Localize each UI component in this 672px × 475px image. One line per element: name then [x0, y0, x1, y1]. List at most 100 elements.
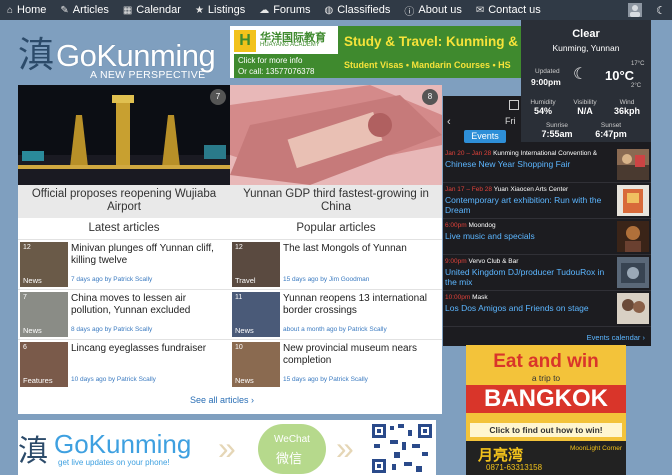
article-row[interactable]: 12 Travel The last Mongols of Yunnan 15 d…: [230, 239, 442, 288]
event-title[interactable]: Live music and specials: [445, 231, 613, 241]
event-item[interactable]: Jan 17 – Feb 28 Yuan Xiaocen Arts Center…: [443, 183, 651, 219]
comment-count-badge: 7: [210, 89, 226, 105]
ad-cta[interactable]: Click to find out how to win!: [470, 423, 622, 437]
stat-value: N/A: [577, 106, 593, 116]
article-title[interactable]: New provincial museum nears completion: [283, 343, 439, 366]
event-title[interactable]: Chinese New Year Shopping Fair: [445, 159, 613, 169]
wechat-badge[interactable]: WeChat 微信: [258, 424, 326, 474]
article-title[interactable]: Yunnan reopens 13 international border c…: [283, 293, 439, 316]
event-title[interactable]: United Kingdom DJ/producer TudouRox in t…: [445, 267, 613, 287]
comment-count: 7: [23, 294, 27, 301]
logo-name-a: Go: [56, 38, 97, 73]
banner-click-text: Click for more info: [238, 56, 303, 65]
event-item[interactable]: 6:00pm Moondog Live music and specials: [443, 219, 651, 255]
ad-phone: 0871-63313158: [486, 463, 543, 472]
article-meta[interactable]: 15 days ago by Patrick Scally: [283, 376, 368, 383]
banner-title: Study & Travel: Kunming &: [344, 34, 519, 49]
event-item[interactable]: 9:00pm Vervo Club & Bar United Kingdom D…: [443, 255, 651, 291]
article-category: News: [23, 276, 42, 285]
nav-about[interactable]: ⓘ About us: [397, 0, 468, 20]
weather-stat-wind: Wind 36kph: [607, 99, 647, 116]
event-meta: 9:00pm Vervo Club & Bar: [445, 258, 518, 265]
logo-name-b: Kunming: [96, 38, 216, 73]
event-meta: Jan 20 – Jan 28 Kunming International Co…: [445, 150, 597, 157]
event-item[interactable]: 10:00pm Mask Los Dos Amigos and Friends …: [443, 291, 651, 327]
nav-articles[interactable]: ✎ Articles: [53, 0, 115, 20]
huayang-logo-icon: H: [234, 30, 256, 52]
comment-count: 6: [23, 344, 27, 351]
stat-label: Visibility: [573, 99, 597, 106]
article-meta[interactable]: about a month ago by Patrick Scally: [283, 326, 387, 333]
ad-headline: Eat and win: [493, 351, 599, 372]
article-meta[interactable]: 10 days ago by Patrick Scally: [71, 376, 156, 383]
article-title[interactable]: The last Mongols of Yunnan: [283, 243, 439, 255]
article-row[interactable]: 12 News Minivan plunges off Yunnan cliff,…: [18, 239, 230, 288]
comment-count-badge: 8: [422, 89, 438, 105]
feature-caption[interactable]: Official proposes reopening Wujiaba Airp…: [18, 185, 230, 218]
bangkok-promo-ad[interactable]: Eat and win a trip to BANGKOK Click to f…: [466, 345, 626, 441]
ad-city: BANGKOK: [466, 385, 626, 413]
event-title[interactable]: Contemporary art exhibition: Run with th…: [445, 195, 613, 215]
event-item[interactable]: Jan 20 – Jan 28 Kunming International Co…: [443, 147, 651, 183]
nav-listings[interactable]: ★ Listings: [188, 0, 252, 20]
app-promo-banner[interactable]: 滇 GoKunming get live updates on your pho…: [18, 420, 436, 475]
nav-label: About us: [418, 4, 462, 16]
logo-name: GoKunming: [56, 38, 216, 73]
events-calendar-link[interactable]: Events calendar ›: [587, 333, 645, 342]
article-category: News: [23, 326, 42, 335]
feature-article[interactable]: 7 Official proposes reopening Wujiaba Ai…: [18, 85, 230, 218]
see-all-articles-link[interactable]: See all articles ›: [190, 395, 254, 405]
event-thumbnail: [617, 257, 649, 288]
nav-label: Calendar: [136, 4, 181, 16]
comment-count: 12: [235, 244, 243, 251]
article-category: News: [235, 326, 254, 335]
article-row[interactable]: 10 News New provincial museum nears compl…: [230, 339, 442, 388]
article-title[interactable]: China moves to lessen air pollution, Yun…: [71, 293, 227, 316]
comment-count: 12: [23, 244, 31, 251]
nav-label: Contact us: [488, 4, 541, 16]
home-icon: ⌂: [7, 4, 14, 16]
weather-city: Kunming, Yunnan: [552, 43, 620, 53]
article-title[interactable]: Lincang eyeglasses fundraiser: [71, 343, 227, 355]
article-thumbnail: 12 Travel: [232, 242, 280, 287]
site-logo[interactable]: 滇 GoKunming A NEW PERSPECTIVE: [18, 36, 228, 82]
nav-forums[interactable]: ☁ Forums: [252, 0, 317, 20]
article-meta[interactable]: 15 days ago by Jim Goodman: [283, 276, 369, 283]
night-mode-icon[interactable]: ☾: [650, 4, 672, 17]
article-category: Features: [23, 376, 53, 385]
article-meta[interactable]: 8 days ago by Patrick Scally: [71, 326, 152, 333]
huayang-banner-ad[interactable]: H 华洋国际教育 HUAYANG ACADEMY Click for more …: [230, 26, 526, 78]
moon-icon: ☾: [573, 66, 588, 83]
article-row[interactable]: 7 News China moves to lessen air pollutio…: [18, 289, 230, 338]
prev-day-button[interactable]: ‹: [447, 116, 451, 128]
event-title[interactable]: Los Dos Amigos and Friends on stage: [445, 303, 613, 313]
weather-low: 2°C: [631, 83, 642, 89]
user-avatar-button[interactable]: [624, 0, 646, 20]
banner-en-name: HUAYANG ACADEMY: [260, 42, 320, 48]
article-meta[interactable]: 7 days ago by Patrick Scally: [71, 276, 152, 283]
popular-heading: Popular articles: [296, 222, 376, 234]
logo-tagline: A NEW PERSPECTIVE: [90, 69, 206, 81]
nav-calendar[interactable]: ▦ Calendar: [116, 0, 188, 20]
events-list: Jan 20 – Jan 28 Kunming International Co…: [443, 147, 651, 327]
nav-classifieds[interactable]: ◍ Classifieds: [317, 0, 397, 20]
article-thumbnail: 12 News: [20, 242, 68, 287]
calendar-icon: ▦: [122, 4, 133, 16]
nav-home[interactable]: ⌂ Home: [0, 0, 53, 20]
calendar-icon[interactable]: [509, 100, 519, 110]
moonlight-corner-ad[interactable]: 月亮湾 MoonLight Corner 0871-63313158: [466, 441, 626, 475]
feature-caption[interactable]: Yunnan GDP third fastest-growing in Chin…: [230, 185, 442, 218]
nav-contact[interactable]: ✉ Contact us: [469, 0, 548, 20]
comment-count: 11: [235, 294, 243, 301]
feature-article[interactable]: 8 Yunnan GDP third fastest-growing in Ch…: [230, 85, 442, 218]
article-category: News: [235, 376, 254, 385]
events-tab[interactable]: Events: [464, 130, 506, 143]
article-lists: Latest articles Popular articles 12 News …: [18, 218, 442, 414]
feature-photo: [230, 85, 442, 185]
article-row[interactable]: 6 Features Lincang eyeglasses fundraiser …: [18, 339, 230, 388]
article-thumbnail: 7 News: [20, 292, 68, 337]
user-icon: [628, 3, 642, 17]
article-row[interactable]: 11 News Yunnan reopens 13 international b…: [230, 289, 442, 338]
article-thumbnail: 6 Features: [20, 342, 68, 387]
article-title[interactable]: Minivan plunges off Yunnan cliff, killin…: [71, 243, 227, 266]
